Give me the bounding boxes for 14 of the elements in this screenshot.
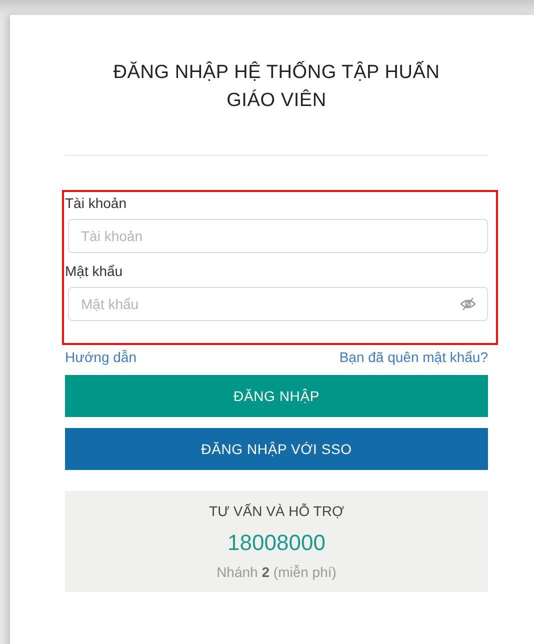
eye-slash-icon[interactable]	[460, 297, 476, 311]
login-button[interactable]: ĐĂNG NHẬP	[65, 375, 488, 417]
forgot-password-link[interactable]: Bạn đã quên mật khẩu?	[339, 349, 488, 365]
support-note: Nhánh 2 (miễn phí)	[216, 564, 336, 580]
input-field[interactable]: Tài khoản	[68, 219, 488, 253]
page-title: GIÁO VIÊN	[226, 88, 326, 113]
input-field[interactable]: Mật khẩu	[68, 287, 488, 321]
guide-link[interactable]: Hướng dẫn	[65, 349, 136, 365]
phone-number: 18008000	[228, 530, 326, 556]
support-title: TƯ VẤN VÀ HỖ TRỢ	[209, 503, 344, 519]
field-label: Mật khẩu	[65, 263, 124, 279]
field-label: Tài khoản	[65, 195, 128, 211]
sso-login-button[interactable]: ĐĂNG NHẬP VỚI SSO	[65, 428, 488, 470]
page-title: ĐĂNG NHẬP HỆ THỐNG TẬP HUẤN	[113, 60, 440, 85]
